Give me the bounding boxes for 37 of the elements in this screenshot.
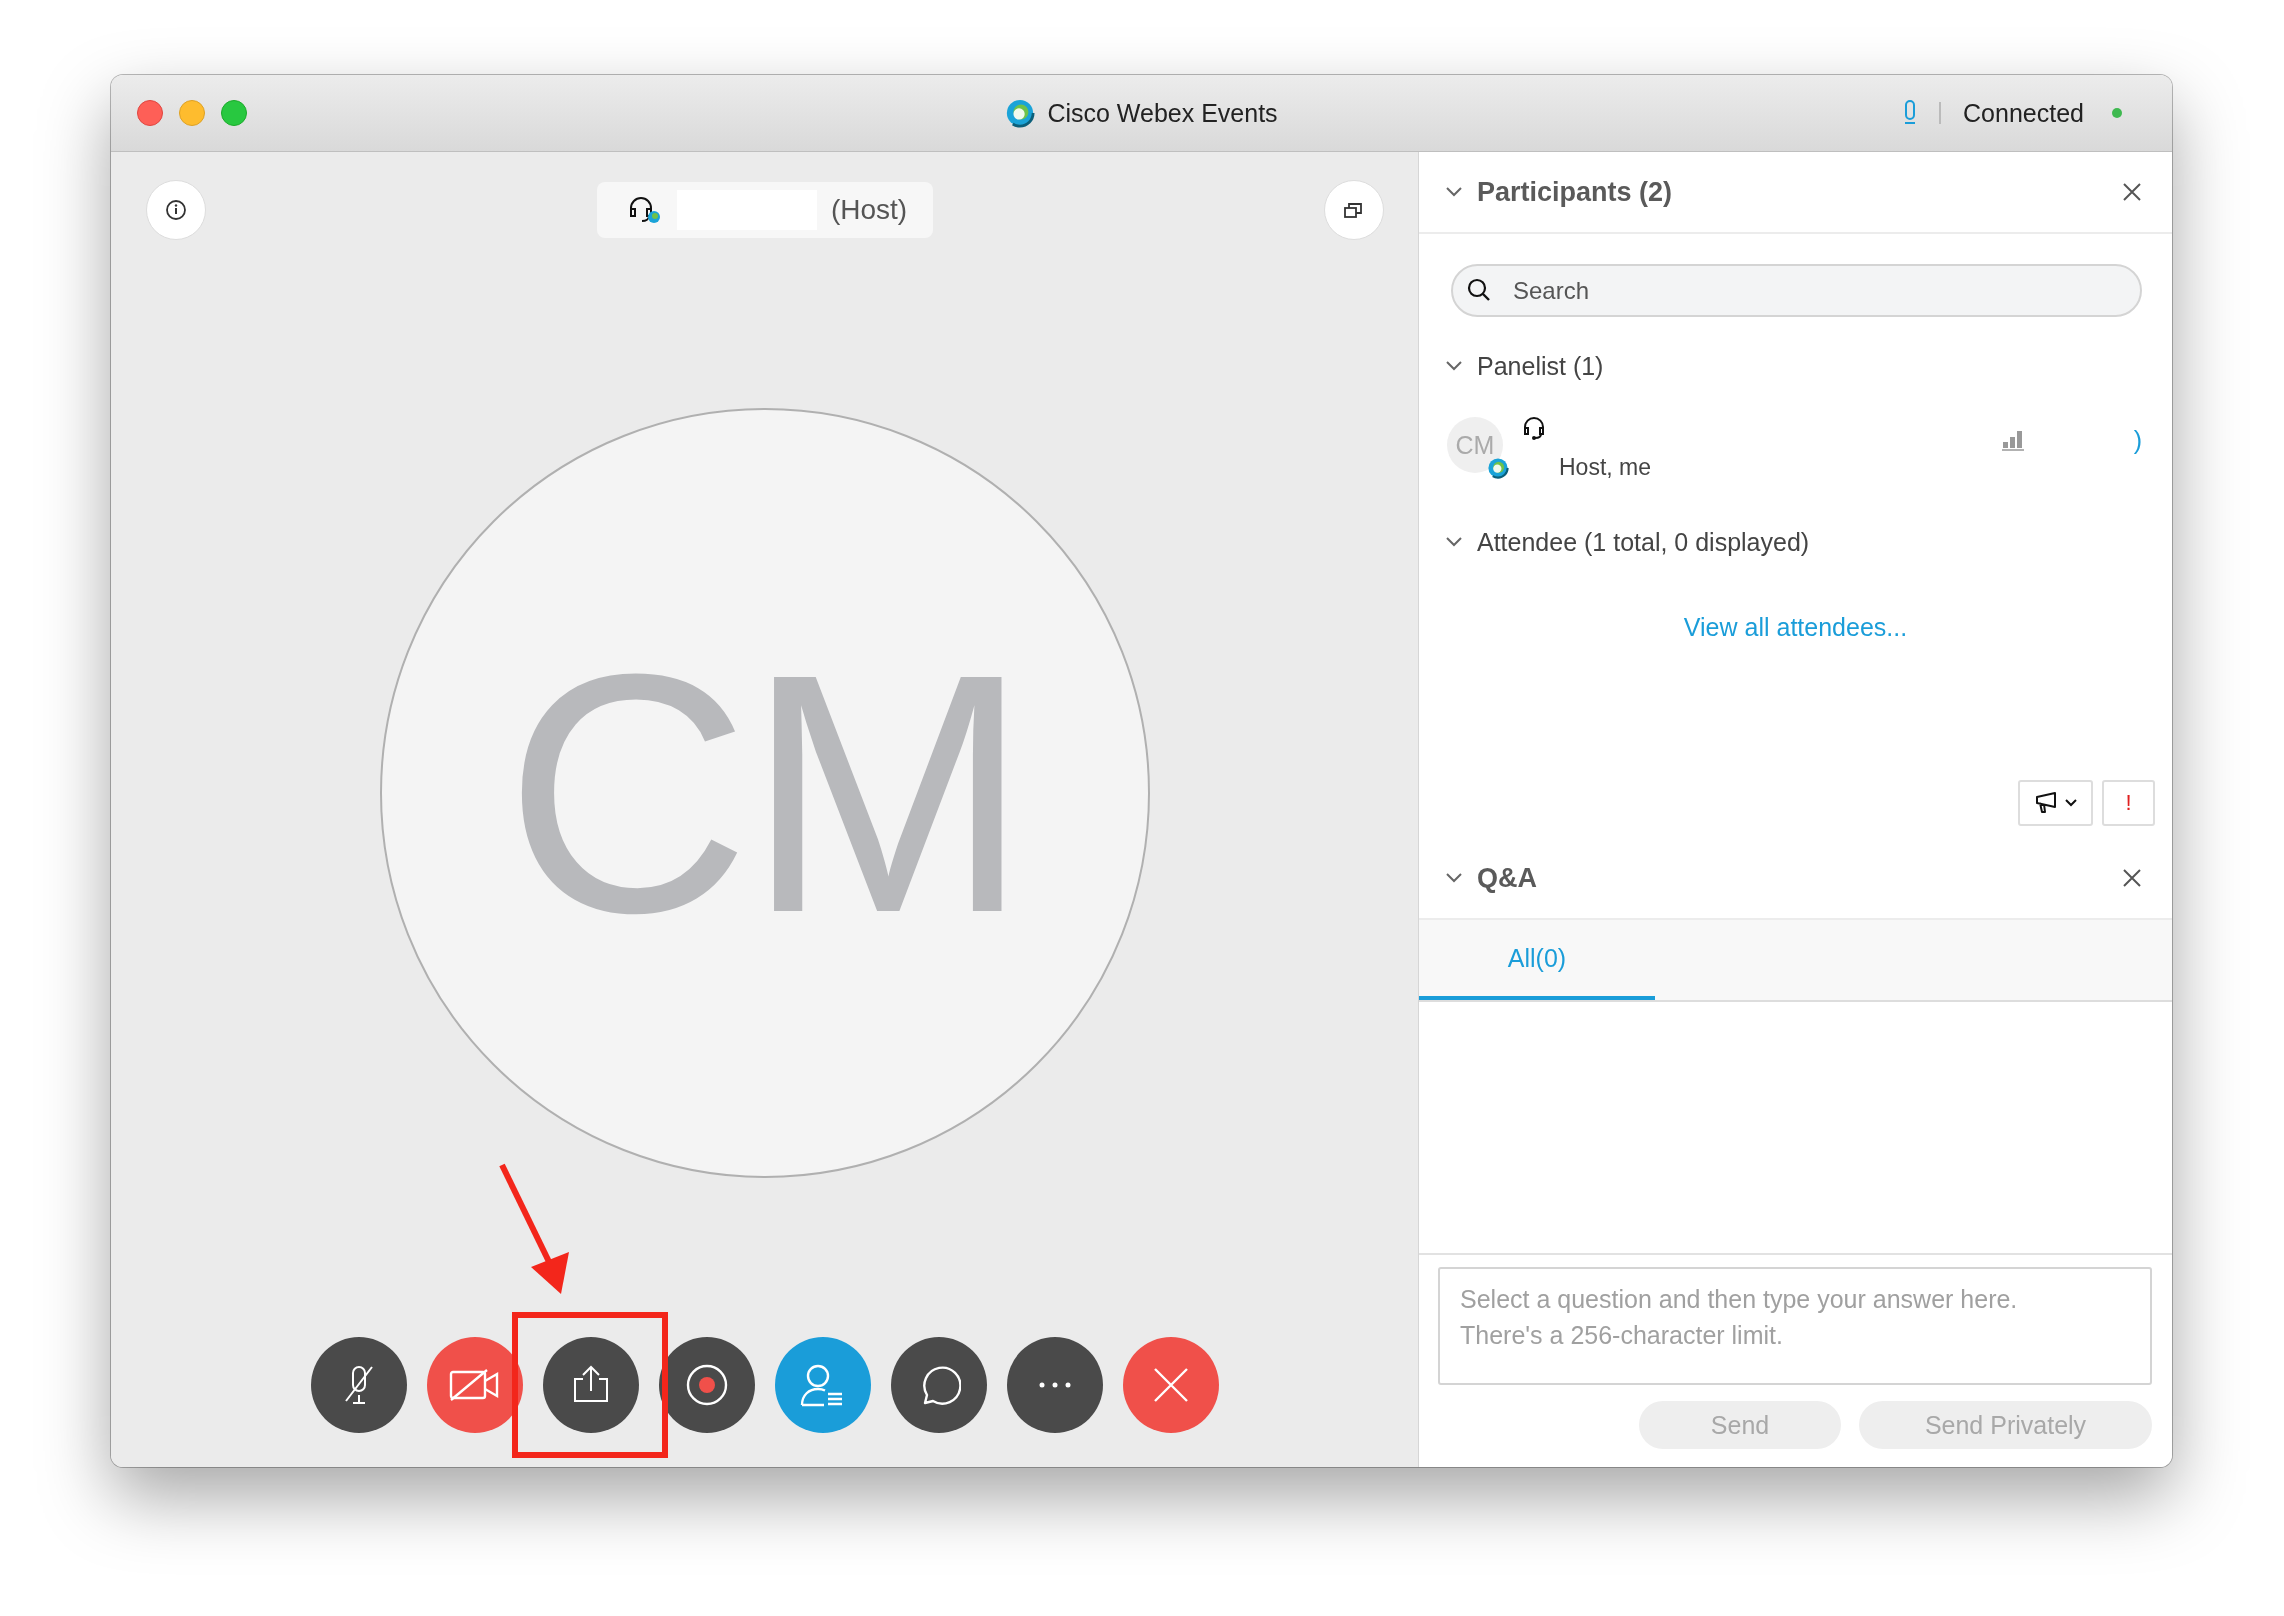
record-icon <box>685 1363 729 1407</box>
close-icon[interactable] <box>2122 182 2142 202</box>
muted-microphone-icon <box>342 1363 376 1407</box>
chevron-icon[interactable] <box>1445 536 1463 548</box>
logo-icon <box>1487 457 1509 479</box>
avatar-initials: CM <box>504 623 1026 963</box>
panel-title: Participants (2) <box>1477 176 1673 208</box>
window-title: Cisco Webex Events <box>1047 98 1278 128</box>
status-dot <box>2112 108 2122 118</box>
chevron-icon[interactable] <box>1445 186 1463 198</box>
group-header[interactable]: Panelist (1) <box>1477 351 1604 381</box>
view-all-link[interactable]: View all attendees... <box>1683 613 1908 642</box>
windows-icon <box>1343 200 1365 220</box>
connection-status: Connected <box>1963 98 2084 128</box>
participant-avatar: CM <box>1447 417 1503 473</box>
alert-button[interactable]: ! <box>2102 780 2155 826</box>
panel-title: Q&A <box>1477 862 1537 894</box>
signal-icon <box>2001 429 2024 451</box>
participant-row[interactable]: CM Host, me ) <box>1419 397 2172 493</box>
chevron-icon[interactable] <box>1445 872 1463 884</box>
share-icon <box>571 1365 611 1405</box>
answer-field[interactable]: Select a question and then type your answer here. There's a 256-character limit. <box>1438 1267 2152 1385</box>
more-icon <box>1038 1382 1072 1388</box>
close-window-button[interactable] <box>137 100 163 126</box>
logo-icon <box>1005 98 1036 128</box>
close-icon[interactable] <box>2122 868 2142 888</box>
info-icon <box>165 199 187 221</box>
caret-icon <box>2064 799 2077 807</box>
chevron-icon[interactable] <box>1445 360 1463 372</box>
presenter-role: (Host) <box>830 194 908 226</box>
search-field[interactable]: Search <box>1451 264 2142 317</box>
participant-role: Host, me <box>1559 453 1652 481</box>
headset-icon <box>1521 415 1547 441</box>
status-mark: ) <box>2133 425 2142 455</box>
close-icon <box>1153 1367 1189 1403</box>
announce-button[interactable] <box>2018 780 2093 826</box>
group-header[interactable]: Attendee (1 total, 0 displayed) <box>1477 527 1810 557</box>
